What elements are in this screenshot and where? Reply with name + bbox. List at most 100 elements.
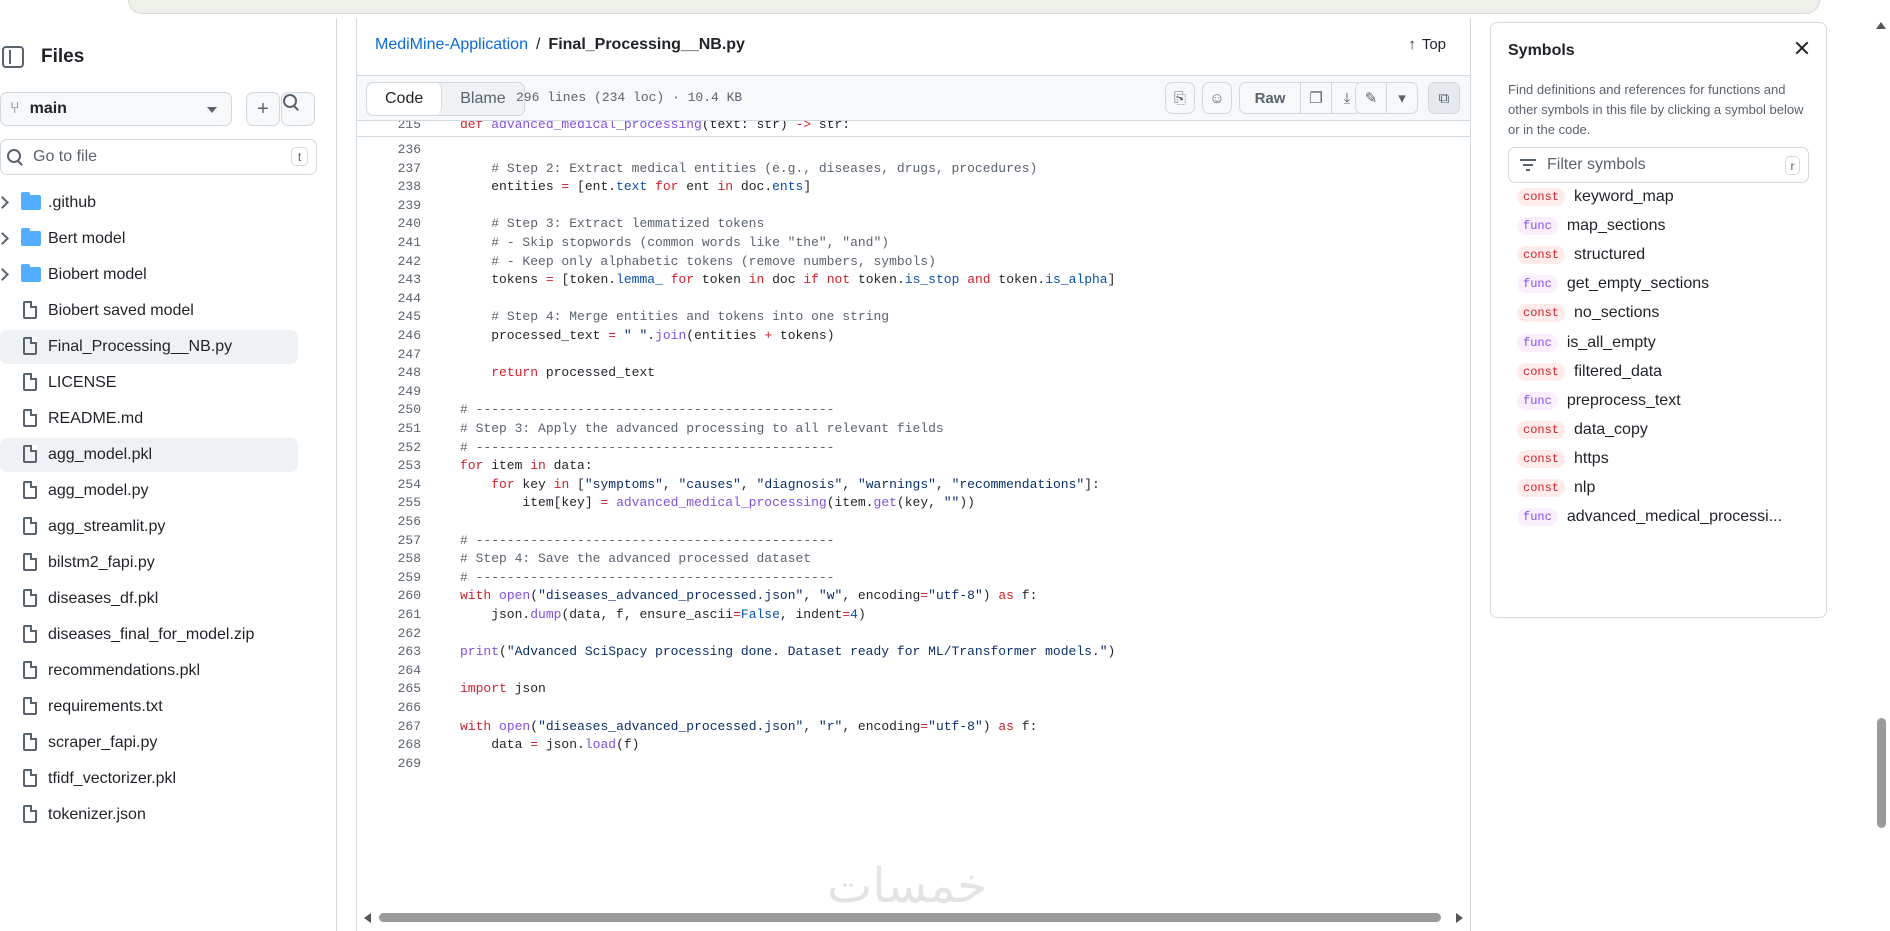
close-icon[interactable] <box>1792 38 1812 58</box>
symbol-item[interactable]: func preprocess_text <box>1517 389 1681 413</box>
symbol-name: keyword_map <box>1574 188 1674 205</box>
symbol-kind-badge: func <box>1517 508 1558 527</box>
line-number[interactable]: 215 <box>357 121 421 136</box>
file-item[interactable]: diseases_final_for_model.zip <box>0 618 298 652</box>
raw-button[interactable]: Raw <box>1240 83 1301 113</box>
file-icon <box>23 625 37 643</box>
copilot-button[interactable]: ☺ <box>1202 82 1232 114</box>
file-name-label: scraper_fapi.py <box>48 734 158 751</box>
file-name-label: README.md <box>48 410 144 427</box>
symbols-search-button[interactable]: ⎘ <box>1165 82 1195 114</box>
page-scroll-thumb[interactable] <box>1877 718 1886 828</box>
folder-item[interactable]: Biobert model <box>0 258 298 292</box>
sidebar-collapse-icon[interactable] <box>2 46 24 68</box>
symbol-kind-badge: const <box>1517 479 1566 497</box>
symbols-panel-toggle[interactable]: ⧉ <box>1428 82 1460 114</box>
file-item[interactable]: agg_model.py <box>0 474 298 508</box>
chevron-right-icon[interactable] <box>0 196 9 209</box>
breadcrumb-separator: / <box>535 36 541 53</box>
copy-icon: ❐ <box>1309 90 1323 107</box>
file-item[interactable]: bilstm2_fapi.py <box>0 546 298 580</box>
branch-selector[interactable]: ⑂ main <box>0 92 232 126</box>
file-icon <box>23 589 37 607</box>
breadcrumb: MediMine-Application / Final_Processing_… <box>375 36 745 54</box>
scroll-up-icon[interactable] <box>1876 22 1886 29</box>
symbol-kind-badge: func <box>1517 275 1558 294</box>
watermark: خمسات <box>827 858 988 914</box>
go-to-file-input[interactable]: Go to file t <box>0 139 317 175</box>
search-icon <box>6 148 24 166</box>
top-link[interactable]: ↑ Top <box>1408 36 1446 53</box>
file-name-label: agg_model.pkl <box>48 446 153 463</box>
search-files-button[interactable] <box>281 92 315 126</box>
code-line[interactable]: 269 <box>357 753 1470 775</box>
symbol-name: filtered_data <box>1574 362 1663 380</box>
scroll-right-icon[interactable] <box>1456 913 1463 923</box>
branch-row: ⑂ main + <box>0 92 336 128</box>
file-item[interactable]: tfidf_vectorizer.pkl <box>0 762 298 796</box>
file-icon <box>23 373 37 391</box>
scroll-thumb[interactable] <box>379 913 1441 922</box>
download-icon: ⤓ <box>1343 89 1351 107</box>
code-line[interactable]: 215 def advanced_medical_processing(text:… <box>357 121 1470 137</box>
address-bar[interactable] <box>128 0 1820 14</box>
file-item[interactable]: agg_streamlit.py <box>0 510 298 544</box>
line-number[interactable]: 269 <box>357 753 421 775</box>
code-pane: MediMine-Application / Final_Processing_… <box>356 18 1471 931</box>
symbols-description: Find definitions and references for func… <box>1508 82 1804 137</box>
symbol-item[interactable]: const filtered_data <box>1517 360 1662 384</box>
symbol-item[interactable]: func map_sections <box>1517 214 1666 238</box>
symbol-name: is_all_empty <box>1566 333 1656 351</box>
chevron-down-icon: ▾ <box>1398 90 1406 107</box>
edit-button[interactable]: ✎ <box>1356 83 1387 113</box>
tab-code[interactable]: Code <box>367 83 443 115</box>
symbol-item[interactable]: const structured <box>1517 243 1645 267</box>
horizontal-scrollbar[interactable] <box>357 908 1470 929</box>
file-icon <box>23 481 37 499</box>
file-name-label: Bert model <box>48 230 126 247</box>
chevron-right-icon[interactable] <box>0 268 9 281</box>
file-icon <box>23 517 37 535</box>
file-item[interactable]: Final_Processing__NB.py <box>0 330 298 364</box>
arrow-up-icon: ↑ <box>1408 36 1416 53</box>
scroll-left-icon[interactable] <box>364 913 371 923</box>
file-tree-title: Files <box>41 46 85 67</box>
file-item[interactable]: recommendations.pkl <box>0 654 298 688</box>
file-name-label: Biobert model <box>48 266 147 283</box>
file-item[interactable]: scraper_fapi.py <box>0 726 298 760</box>
file-item[interactable]: README.md <box>0 402 298 436</box>
symbol-item[interactable]: func advanced_medical_processi... <box>1517 505 1782 529</box>
filter-symbols-input[interactable]: Filter symbols r <box>1508 147 1809 183</box>
symbol-item[interactable]: const no_sections <box>1517 301 1659 325</box>
file-item[interactable]: LICENSE <box>0 366 298 400</box>
tab-blame[interactable]: Blame <box>442 83 523 115</box>
symbol-item[interactable]: const https <box>1517 447 1609 471</box>
folder-item[interactable]: Bert model <box>0 222 298 256</box>
file-item[interactable]: requirements.txt <box>0 690 298 724</box>
symbol-item[interactable]: func is_all_empty <box>1517 331 1656 355</box>
symbol-item[interactable]: const keyword_map <box>1517 185 1674 209</box>
edit-menu-button[interactable]: ▾ <box>1387 83 1417 113</box>
symbol-name: get_empty_sections <box>1566 275 1710 293</box>
chevron-right-icon[interactable] <box>0 232 9 245</box>
file-item[interactable]: tokenizer.json <box>0 798 298 832</box>
symbol-name: https <box>1574 449 1609 467</box>
folder-icon <box>21 264 41 282</box>
file-item[interactable]: agg_model.pkl <box>0 438 298 472</box>
symbol-name: nlp <box>1574 479 1596 496</box>
symbol-item[interactable]: const data_copy <box>1517 418 1648 442</box>
file-icon <box>23 337 37 355</box>
git-branch-icon: ⑂ <box>10 100 20 117</box>
edit-actions-group: ✎ ▾ <box>1355 82 1418 114</box>
repo-link[interactable]: MediMine-Application <box>375 36 528 54</box>
folder-item[interactable]: .github <box>0 186 298 220</box>
shortcut-key: r <box>1785 156 1800 175</box>
symbol-item[interactable]: const nlp <box>1517 476 1595 500</box>
add-file-button[interactable]: + <box>246 92 280 126</box>
copy-button[interactable]: ❐ <box>1301 83 1332 113</box>
file-item[interactable]: Biobert saved model <box>0 294 298 328</box>
file-item[interactable]: diseases_df.pkl <box>0 582 298 616</box>
page-scrollbar[interactable] <box>1872 18 1890 931</box>
symbol-item[interactable]: func get_empty_sections <box>1517 272 1709 296</box>
file-icon <box>23 769 37 787</box>
